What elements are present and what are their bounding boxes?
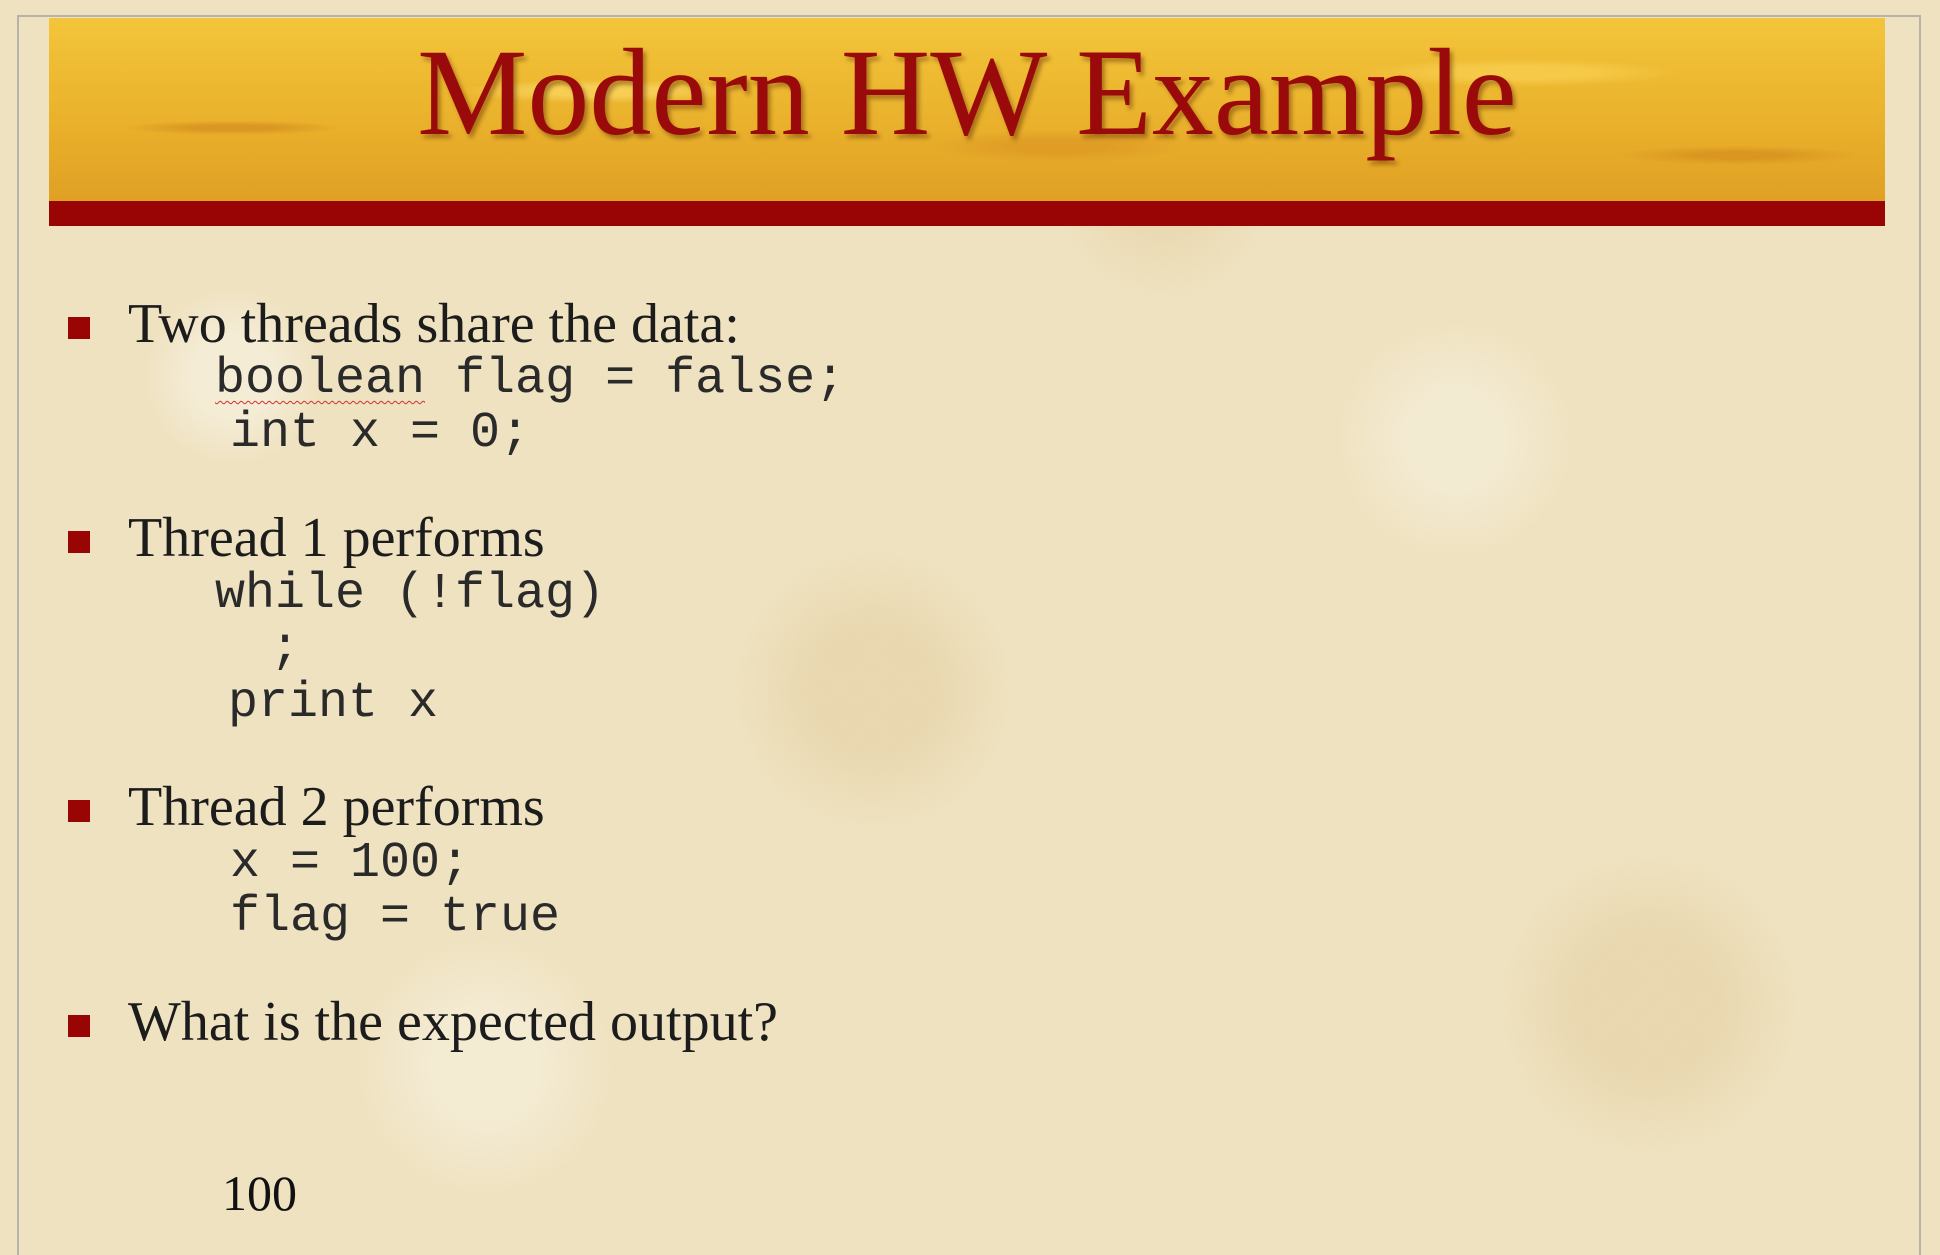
- code-line: print x: [228, 675, 439, 732]
- code-line: int x = 0;: [230, 405, 531, 462]
- code-line: flag = true: [230, 889, 561, 946]
- bullet-text-4: What is the expected output?: [128, 991, 778, 1053]
- bullet-marker-1: [68, 317, 90, 339]
- code-line: ;: [270, 620, 301, 677]
- bullet-text-1: Two threads share the data:: [128, 293, 740, 355]
- code-keyword-boolean: boolean: [215, 351, 426, 408]
- code-line: boolean flag = false;: [215, 352, 845, 408]
- page-number: 100: [222, 1165, 297, 1221]
- bullet-marker-2: [68, 531, 90, 553]
- bullet-marker-4: [68, 1015, 90, 1037]
- code-line: while (!flag): [215, 566, 606, 623]
- bullet-text-3: Thread 2 performs: [128, 776, 545, 838]
- bullet-text-2: Thread 1 performs: [128, 507, 545, 569]
- code-line: x = 100;: [230, 835, 471, 892]
- slide-title: Modern HW Example: [417, 24, 1517, 161]
- code-flag-declaration: flag = false;: [425, 351, 846, 408]
- bullet-marker-3: [68, 800, 90, 822]
- title-underline-rule: [49, 201, 1885, 226]
